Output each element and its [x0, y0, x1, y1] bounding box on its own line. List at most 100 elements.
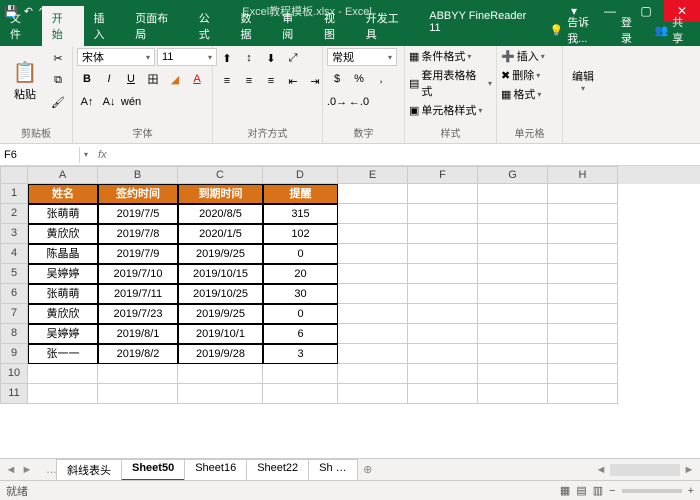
formula-input[interactable]: [113, 144, 700, 165]
cell[interactable]: 2019/9/28: [178, 344, 263, 364]
cell[interactable]: [263, 384, 338, 404]
cell[interactable]: [338, 244, 408, 264]
number-format-select[interactable]: 常规▾: [327, 48, 397, 66]
cell[interactable]: [338, 324, 408, 344]
cell[interactable]: [548, 324, 618, 344]
cell[interactable]: 2019/10/1: [178, 324, 263, 344]
table-format-button[interactable]: ▤套用表格格式▾: [409, 67, 492, 99]
cell[interactable]: 2020/8/5: [178, 204, 263, 224]
align-right-icon[interactable]: ≡: [261, 71, 281, 91]
select-all-corner[interactable]: [0, 166, 28, 184]
cell[interactable]: 2019/10/15: [178, 264, 263, 284]
login-link[interactable]: 登录: [621, 14, 643, 46]
spreadsheet-grid[interactable]: ABCDEFGH 1姓名签约时间到期时间提醒2张萌萌2019/7/52020/8…: [0, 166, 700, 458]
cell[interactable]: [478, 264, 548, 284]
decimal-inc-icon[interactable]: .0→: [327, 92, 347, 112]
cell[interactable]: 陈晶晶: [28, 244, 98, 264]
name-box-dropdown-icon[interactable]: ▾: [80, 150, 92, 159]
tab-开始[interactable]: 开始: [42, 6, 84, 46]
cell[interactable]: 2019/9/25: [178, 244, 263, 264]
cell[interactable]: 0: [263, 244, 338, 264]
cell[interactable]: 6: [263, 324, 338, 344]
sheet-tab[interactable]: 斜线表头: [56, 459, 122, 481]
sheet-tab[interactable]: Sheet16: [184, 459, 247, 481]
row-header[interactable]: 1: [0, 184, 28, 204]
italic-button[interactable]: I: [99, 69, 119, 89]
orientation-icon[interactable]: ⤢: [283, 48, 303, 68]
cell[interactable]: [548, 304, 618, 324]
align-left-icon[interactable]: ≡: [217, 71, 237, 91]
column-header[interactable]: E: [338, 166, 408, 184]
cell[interactable]: [408, 384, 478, 404]
share-button[interactable]: 共享: [672, 14, 694, 46]
column-header[interactable]: F: [408, 166, 478, 184]
comma-icon[interactable]: ,: [371, 69, 391, 89]
cell[interactable]: 2020/1/5: [178, 224, 263, 244]
cell[interactable]: [548, 344, 618, 364]
cell[interactable]: [408, 204, 478, 224]
cell[interactable]: [408, 304, 478, 324]
cell[interactable]: [408, 324, 478, 344]
cell[interactable]: [338, 384, 408, 404]
delete-cells-button[interactable]: ✖删除▾: [501, 67, 540, 83]
cell[interactable]: [478, 224, 548, 244]
align-center-icon[interactable]: ≡: [239, 71, 259, 91]
font-name-select[interactable]: 宋体▾: [77, 48, 155, 66]
insert-cells-button[interactable]: ➕插入▾: [501, 48, 545, 64]
indent-inc-icon[interactable]: ⇥: [305, 71, 325, 91]
cell[interactable]: 30: [263, 284, 338, 304]
cell[interactable]: [548, 224, 618, 244]
hscroll-track[interactable]: [610, 464, 680, 476]
cell[interactable]: [408, 244, 478, 264]
view-page-icon[interactable]: ▤: [576, 484, 586, 497]
tab-插入[interactable]: 插入: [84, 6, 126, 46]
cell-styles-button[interactable]: ▣单元格样式▾: [409, 102, 482, 118]
cell[interactable]: [478, 384, 548, 404]
cell[interactable]: 2019/7/5: [98, 204, 178, 224]
cell[interactable]: 吴婷婷: [28, 324, 98, 344]
cell[interactable]: [338, 304, 408, 324]
cell[interactable]: [28, 384, 98, 404]
view-normal-icon[interactable]: ▦: [560, 484, 570, 497]
cell[interactable]: [548, 244, 618, 264]
tab-页面布局[interactable]: 页面布局: [125, 6, 189, 46]
cell[interactable]: [338, 364, 408, 384]
align-bottom-icon[interactable]: ⬇: [261, 48, 281, 68]
cell[interactable]: 吴婷婷: [28, 264, 98, 284]
bold-button[interactable]: B: [77, 69, 97, 89]
cell[interactable]: [548, 204, 618, 224]
tab-文件[interactable]: 文件: [0, 6, 42, 46]
cell[interactable]: 2019/8/2: [98, 344, 178, 364]
phonetic-icon[interactable]: wén: [121, 92, 141, 112]
cell[interactable]: [478, 304, 548, 324]
font-size-select[interactable]: 11▾: [157, 48, 217, 66]
cell[interactable]: [548, 284, 618, 304]
cell[interactable]: [408, 184, 478, 204]
paste-button[interactable]: 📋 粘贴: [4, 48, 46, 112]
editing-button[interactable]: 编辑 ▾: [567, 48, 599, 112]
format-cells-button[interactable]: ▦格式▾: [501, 86, 541, 102]
row-header[interactable]: 9: [0, 344, 28, 364]
name-box[interactable]: F6: [0, 147, 80, 163]
cell[interactable]: [478, 364, 548, 384]
cell[interactable]: [178, 384, 263, 404]
cell[interactable]: [548, 184, 618, 204]
indent-dec-icon[interactable]: ⇤: [283, 71, 303, 91]
font-color-button[interactable]: A: [187, 69, 207, 89]
format-painter-icon[interactable]: 🖌: [48, 92, 68, 112]
zoom-in-icon[interactable]: +: [688, 485, 694, 497]
sheet-tab[interactable]: Sheet50: [121, 459, 185, 481]
cell[interactable]: 2019/7/8: [98, 224, 178, 244]
cell[interactable]: 2019/7/9: [98, 244, 178, 264]
cell[interactable]: [478, 184, 548, 204]
cell[interactable]: [408, 344, 478, 364]
increase-font-icon[interactable]: A↑: [77, 92, 97, 112]
tab-公式[interactable]: 公式: [189, 6, 231, 46]
cell[interactable]: 2019/10/25: [178, 284, 263, 304]
row-header[interactable]: 5: [0, 264, 28, 284]
conditional-format-button[interactable]: ▦条件格式▾: [409, 48, 471, 64]
cell[interactable]: 102: [263, 224, 338, 244]
cut-icon[interactable]: ✂: [48, 48, 68, 68]
cell[interactable]: [263, 364, 338, 384]
fill-color-button[interactable]: ◢: [165, 69, 185, 89]
